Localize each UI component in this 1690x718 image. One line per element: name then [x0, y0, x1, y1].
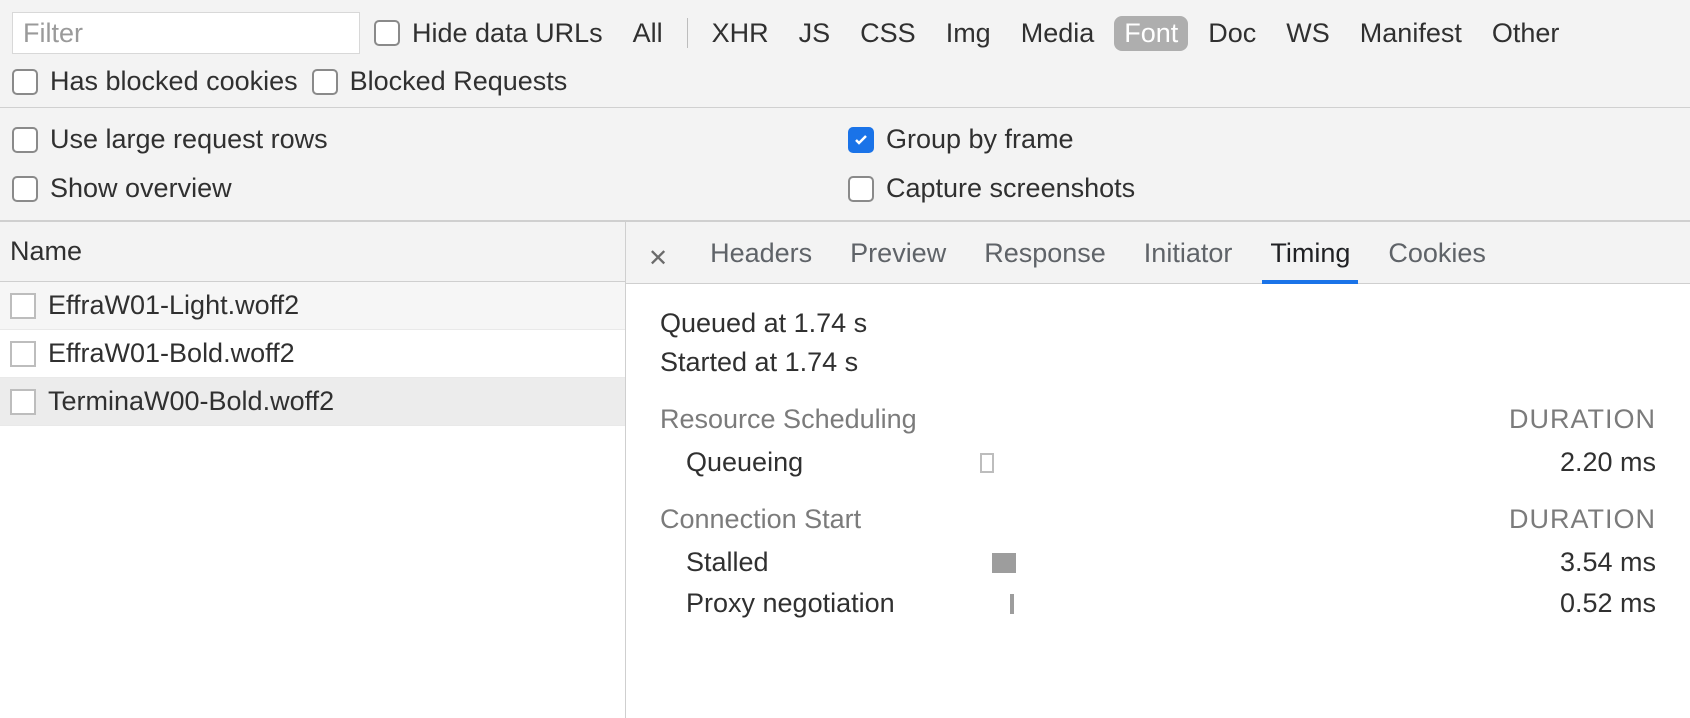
timing-section-header: Connection Start DURATION — [660, 504, 1656, 535]
file-icon — [10, 341, 36, 367]
request-name: EffraW01-Bold.woff2 — [48, 338, 295, 369]
settings-col-left: Use large request rows Show overview — [12, 114, 842, 214]
timing-row: Proxy negotiation 0.52 ms — [660, 588, 1656, 619]
filter-row-1: Hide data URLs All XHR JS CSS Img Media Font Do… — [12, 6, 1678, 60]
close-icon[interactable]: ✕ — [642, 240, 674, 277]
timing-bar-area — [960, 550, 1496, 576]
request-row[interactable]: EffraW01-Bold.woff2 — [0, 330, 625, 378]
timing-section: Connection Start DURATION Stalled 3.54 ms Pr… — [660, 504, 1656, 619]
checkbox-icon — [12, 176, 38, 202]
type-filter-css[interactable]: CSS — [850, 16, 926, 51]
detail-tabs: ✕ Headers Preview Response Initiator Timing C… — [626, 222, 1690, 284]
duration-header: DURATION — [1509, 504, 1656, 535]
blocked-requests-checkbox[interactable]: Blocked Requests — [312, 66, 568, 97]
has-blocked-cookies-checkbox[interactable]: Has blocked cookies — [12, 66, 298, 97]
checkbox-icon — [848, 127, 874, 153]
tab-response[interactable]: Response — [982, 234, 1108, 283]
timing-row-value: 2.20 ms — [1496, 447, 1656, 478]
request-name: TerminaW00-Bold.woff2 — [48, 386, 334, 417]
type-filter-other[interactable]: Other — [1482, 16, 1570, 51]
type-filter-media[interactable]: Media — [1011, 16, 1105, 51]
type-filter-doc[interactable]: Doc — [1198, 16, 1266, 51]
type-filter-all[interactable]: All — [623, 16, 673, 51]
name-column-header[interactable]: Name — [0, 222, 625, 282]
checkbox-icon — [12, 127, 38, 153]
hide-data-urls-checkbox[interactable]: Hide data URLs — [374, 18, 603, 49]
timing-section-title: Connection Start — [660, 504, 861, 535]
timing-bar — [1010, 594, 1014, 614]
tab-cookies[interactable]: Cookies — [1386, 234, 1488, 283]
checkbox-icon — [848, 176, 874, 202]
request-list-panel: Name EffraW01-Light.woff2 EffraW01-Bold.w… — [0, 222, 626, 718]
tab-initiator[interactable]: Initiator — [1142, 234, 1235, 283]
type-filter-font[interactable]: Font — [1114, 16, 1188, 51]
filter-toolbar: Hide data URLs All XHR JS CSS Img Media Font Do… — [0, 0, 1690, 108]
timing-row-label: Proxy negotiation — [660, 588, 960, 619]
timing-row-value: 0.52 ms — [1496, 588, 1656, 619]
timing-row: Stalled 3.54 ms — [660, 547, 1656, 578]
timing-row: Queueing 2.20 ms — [660, 447, 1656, 478]
blocked-requests-label: Blocked Requests — [350, 66, 568, 97]
timing-section: Resource Scheduling DURATION Queueing 2.20 … — [660, 404, 1656, 478]
timing-bar-area — [960, 591, 1496, 617]
request-row[interactable]: EffraW01-Light.woff2 — [0, 282, 625, 330]
settings-bar: Use large request rows Show overview Gro… — [0, 108, 1690, 222]
timing-bar — [980, 453, 994, 473]
type-filter-ws[interactable]: WS — [1276, 16, 1340, 51]
timing-row-label: Queueing — [660, 447, 960, 478]
type-filter-manifest[interactable]: Manifest — [1350, 16, 1472, 51]
tab-timing[interactable]: Timing — [1268, 234, 1352, 283]
started-at-text: Started at 1.74 s — [660, 347, 1656, 378]
settings-col-right: Group by frame Capture screenshots — [842, 114, 1678, 214]
filter-row-2: Has blocked cookies Blocked Requests — [12, 60, 1678, 103]
type-filter-group: All XHR JS CSS Img Media Font Doc WS Manifest Othe… — [623, 16, 1570, 51]
type-filter-xhr[interactable]: XHR — [702, 16, 779, 51]
file-icon — [10, 293, 36, 319]
capture-screenshots-checkbox[interactable]: Capture screenshots — [848, 173, 1678, 204]
type-filter-js[interactable]: JS — [789, 16, 841, 51]
has-blocked-cookies-label: Has blocked cookies — [50, 66, 298, 97]
use-large-rows-label: Use large request rows — [50, 124, 328, 155]
request-name: EffraW01-Light.woff2 — [48, 290, 299, 321]
request-list[interactable]: EffraW01-Light.woff2 EffraW01-Bold.woff2 T… — [0, 282, 625, 718]
filter-input[interactable] — [12, 12, 360, 54]
timing-bar-area — [960, 450, 1496, 476]
checkbox-icon — [12, 69, 38, 95]
timing-section-header: Resource Scheduling DURATION — [660, 404, 1656, 435]
type-filter-img[interactable]: Img — [936, 16, 1001, 51]
duration-header: DURATION — [1509, 404, 1656, 435]
group-by-frame-checkbox[interactable]: Group by frame — [848, 124, 1678, 155]
show-overview-label: Show overview — [50, 173, 232, 204]
detail-panel: ✕ Headers Preview Response Initiator Timing C… — [626, 222, 1690, 718]
use-large-rows-checkbox[interactable]: Use large request rows — [12, 124, 842, 155]
timing-panel: Queued at 1.74 s Started at 1.74 s Resou… — [626, 284, 1690, 718]
file-icon — [10, 389, 36, 415]
hide-data-urls-label: Hide data URLs — [412, 18, 603, 49]
tab-preview[interactable]: Preview — [848, 234, 948, 283]
checkbox-icon — [374, 20, 400, 46]
show-overview-checkbox[interactable]: Show overview — [12, 173, 842, 204]
timing-row-label: Stalled — [660, 547, 960, 578]
timing-section-title: Resource Scheduling — [660, 404, 917, 435]
timing-row-value: 3.54 ms — [1496, 547, 1656, 578]
group-by-frame-label: Group by frame — [886, 124, 1074, 155]
divider — [687, 18, 688, 48]
queued-at-text: Queued at 1.74 s — [660, 308, 1656, 339]
content-split: Name EffraW01-Light.woff2 EffraW01-Bold.w… — [0, 222, 1690, 718]
checkbox-icon — [312, 69, 338, 95]
capture-screenshots-label: Capture screenshots — [886, 173, 1135, 204]
timing-bar — [992, 553, 1016, 573]
tab-headers[interactable]: Headers — [708, 234, 814, 283]
request-row[interactable]: TerminaW00-Bold.woff2 — [0, 378, 625, 426]
